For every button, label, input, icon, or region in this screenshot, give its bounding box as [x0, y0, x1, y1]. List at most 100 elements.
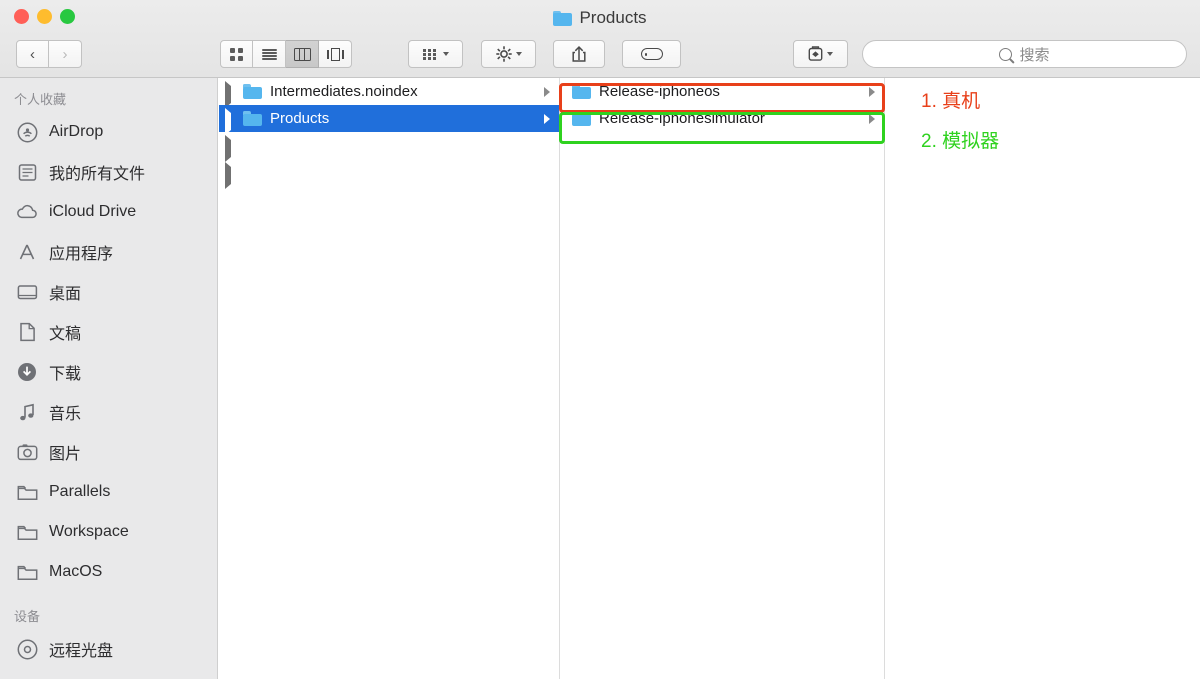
- folder-icon: [16, 521, 38, 543]
- sidebar-section-header-devices: 设备: [14, 609, 41, 624]
- documents-icon: [16, 321, 38, 343]
- applications-icon: [16, 241, 38, 263]
- remote-disc-icon: [16, 638, 38, 660]
- folder-icon: [243, 111, 262, 126]
- sidebar-item-label: 文稿: [49, 326, 82, 343]
- action-button[interactable]: [481, 40, 536, 68]
- coverflow-icon: [326, 47, 345, 61]
- window-title-text: Products: [579, 8, 647, 27]
- grid-icon: [230, 47, 243, 61]
- list-item[interactable]: Products: [219, 105, 559, 135]
- folder-icon: [572, 111, 591, 126]
- chevron-right-icon: ›: [62, 45, 68, 63]
- sidebar-item-icloud-drive[interactable]: iCloud Drive: [0, 192, 217, 232]
- list-item[interactable]: [219, 159, 559, 189]
- view-mode-buttons: [220, 40, 352, 68]
- share-icon: [572, 46, 586, 62]
- sidebar-item-all-my-files[interactable]: 我的所有文件: [0, 152, 217, 192]
- list-item[interactable]: Release-iphoneos: [560, 78, 884, 105]
- window-title: Products: [0, 6, 1200, 30]
- sidebar-item-label: iCloud Drive: [49, 203, 137, 220]
- sidebar-item-applications[interactable]: 应用程序: [0, 232, 217, 272]
- column-browser: Intermediates.noindex Products Release-i…: [219, 78, 1200, 679]
- sidebar[interactable]: 个人收藏 AirDrop 我的所有文件 iCloud Drive 应用程序 桌面…: [0, 78, 218, 679]
- icon-view-button[interactable]: [220, 40, 253, 68]
- chevron-right-icon: [544, 113, 550, 124]
- sidebar-item-label: 下载: [49, 366, 82, 383]
- search-input[interactable]: 搜索: [862, 40, 1187, 68]
- chevron-right-icon: [544, 86, 550, 97]
- folder-icon: [16, 481, 38, 503]
- sidebar-item-label: 桌面: [49, 286, 82, 303]
- list-item[interactable]: Intermediates.noindex: [219, 78, 559, 108]
- sidebar-item-label: 应用程序: [49, 246, 114, 263]
- sidebar-item-airdrop[interactable]: AirDrop: [0, 112, 217, 152]
- folder-icon: [553, 10, 573, 26]
- chevron-right-icon: [869, 113, 875, 124]
- list-item-label: Products: [270, 110, 330, 127]
- sidebar-item-label: MacOS: [49, 563, 103, 580]
- disclosure-triangle-icon[interactable]: [225, 162, 237, 189]
- finder-window: Products ‹ › 搜索 个人收藏 AirDrop 我的所有文件 iClo…: [0, 0, 1200, 679]
- chevron-down-icon: [515, 52, 522, 56]
- disclosure-triangle-icon[interactable]: [225, 81, 237, 108]
- icloud-icon: [16, 201, 38, 223]
- list-view-button[interactable]: [253, 40, 286, 68]
- downloads-icon: [16, 361, 38, 383]
- sidebar-item-label: 我的所有文件: [49, 166, 146, 183]
- column-2[interactable]: Release-iphoneos Release-iphonesimulator: [560, 78, 885, 679]
- sidebar-item-desktop[interactable]: 桌面: [0, 272, 217, 312]
- sidebar-item-label: 远程光盘: [49, 643, 114, 660]
- all-files-icon: [16, 161, 38, 183]
- list-icon: [261, 48, 277, 60]
- sidebar-item-label: 图片: [49, 446, 82, 463]
- sidebar-item-label: Workspace: [49, 523, 129, 540]
- sidebar-item-label: Parallels: [49, 483, 111, 500]
- sidebar-item-label: AirDrop: [49, 123, 104, 140]
- share-button[interactable]: [553, 40, 605, 68]
- coverflow-view-button[interactable]: [319, 40, 352, 68]
- sidebar-item-macos[interactable]: MacOS: [0, 552, 217, 592]
- disclosure-triangle-icon[interactable]: [225, 135, 237, 162]
- forward-button[interactable]: ›: [49, 40, 82, 68]
- list-item[interactable]: [219, 132, 559, 162]
- music-icon: [16, 401, 38, 423]
- folder-icon: [16, 561, 38, 583]
- tag-button[interactable]: [622, 40, 681, 68]
- dropbox-button[interactable]: [793, 40, 848, 68]
- sidebar-item-pictures[interactable]: 图片: [0, 432, 217, 472]
- gear-icon: [495, 46, 512, 62]
- titlebar: Products ‹ › 搜索: [0, 0, 1200, 78]
- column-1[interactable]: Intermediates.noindex Products: [219, 78, 560, 679]
- list-item-label: Release-iphonesimulator: [599, 110, 765, 127]
- back-button[interactable]: ‹: [16, 40, 49, 68]
- list-item[interactable]: Release-iphonesimulator: [560, 105, 884, 132]
- sidebar-item-downloads[interactable]: 下载: [0, 352, 217, 392]
- list-item-label: Intermediates.noindex: [270, 83, 418, 100]
- sidebar-item-music[interactable]: 音乐: [0, 392, 217, 432]
- airdrop-icon: [16, 121, 38, 143]
- navigation-buttons: ‹ ›: [16, 40, 82, 68]
- column-view-button[interactable]: [286, 40, 319, 68]
- pictures-icon: [16, 441, 38, 463]
- toolbar: ‹ › 搜索: [0, 30, 1200, 78]
- dropbox-icon: [808, 46, 823, 62]
- annotation-label-device: 1. 真机: [921, 91, 981, 112]
- arrange-button[interactable]: [408, 40, 463, 68]
- sidebar-item-label: 音乐: [49, 406, 82, 423]
- desktop-icon: [16, 281, 38, 303]
- chevron-down-icon: [827, 52, 833, 56]
- column-3[interactable]: [885, 78, 1200, 679]
- folder-icon: [243, 84, 262, 99]
- columns-icon: [293, 47, 311, 61]
- disclosure-triangle-icon[interactable]: [225, 108, 237, 135]
- search-placeholder: 搜索: [1019, 46, 1050, 64]
- chevron-left-icon: ‹: [30, 45, 35, 63]
- sidebar-item-remote-disc[interactable]: 远程光盘: [0, 629, 217, 669]
- sidebar-item-workspace[interactable]: Workspace: [0, 512, 217, 552]
- arrange-icon: [422, 48, 439, 60]
- chevron-right-icon: [869, 86, 875, 97]
- sidebar-item-parallels[interactable]: Parallels: [0, 472, 217, 512]
- sidebar-item-documents[interactable]: 文稿: [0, 312, 217, 352]
- tag-icon: [640, 48, 663, 60]
